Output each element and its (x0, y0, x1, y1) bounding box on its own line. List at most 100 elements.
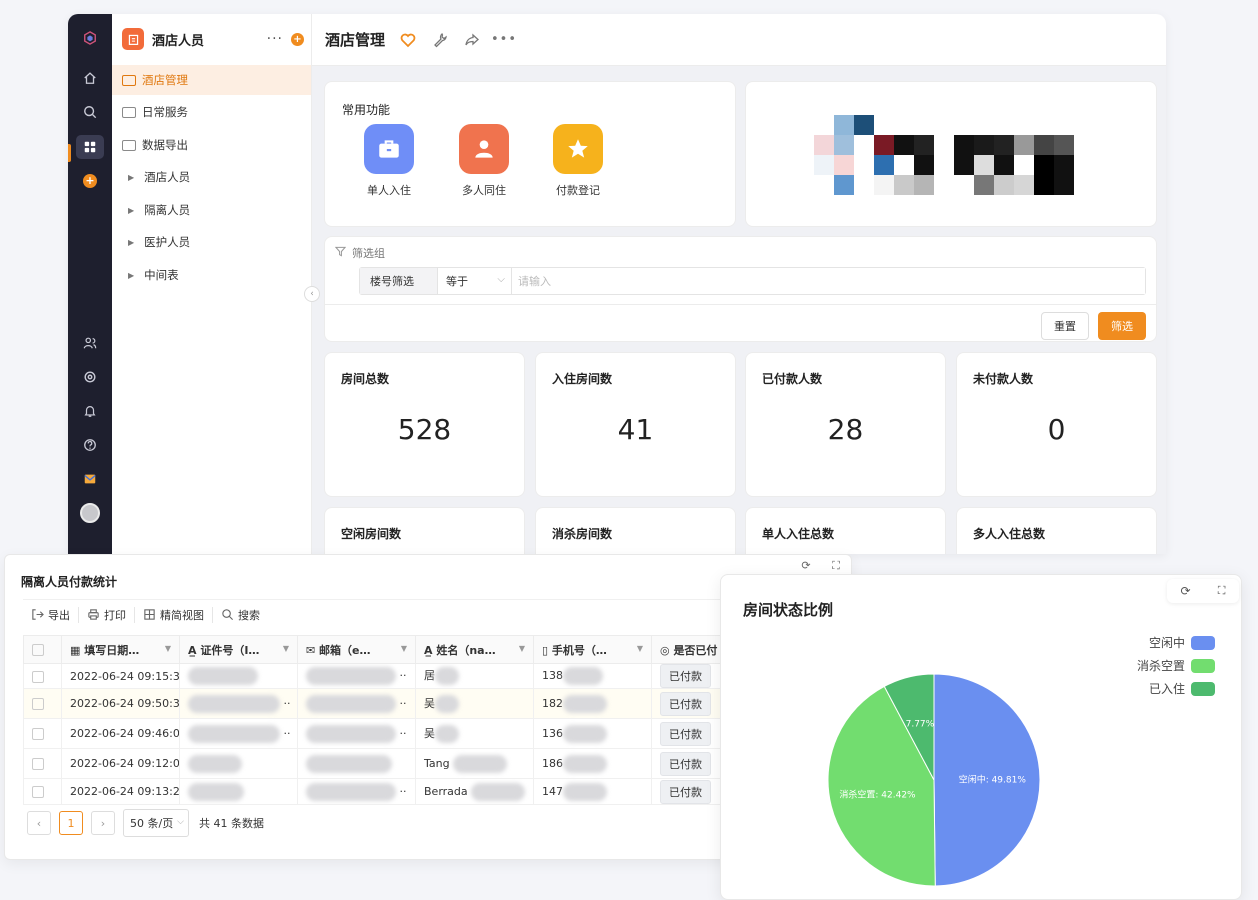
func-payment-register[interactable]: 付款登记 (543, 124, 613, 198)
export-button[interactable]: 导出 (23, 606, 79, 623)
page-icon (122, 106, 136, 118)
stat-label: 单人入住总数 (762, 527, 835, 541)
cell-email: ·· (297, 663, 416, 689)
table-row[interactable]: 2022-06-24 09:50:37 ·· ·· 吴 182 已付款 (23, 688, 724, 719)
pie-label-2: 7.77% (906, 719, 935, 729)
table-row[interactable]: 2022-06-24 09:46:05 ·· ·· 吴 136 已付款 (23, 718, 724, 749)
filter-operator-value: 等于 (446, 275, 468, 288)
add-icon[interactable]: + (291, 32, 304, 46)
print-button[interactable]: 打印 (79, 606, 135, 623)
column-header-name[interactable]: A̲ 姓名（na… ▼ (415, 635, 534, 664)
filter-button[interactable]: 筛选 (1098, 312, 1146, 340)
cell-id: ·· (179, 718, 298, 749)
bell-icon[interactable] (76, 399, 104, 423)
filter-operator-select[interactable]: 等于 ⌵ (438, 268, 512, 294)
column-header-id[interactable]: A̲ 证件号（I… ▼ (179, 635, 298, 664)
total-count: 共 41 条数据 (199, 817, 264, 830)
print-icon (88, 609, 99, 620)
home-icon[interactable] (76, 66, 104, 90)
search-button[interactable]: 搜索 (213, 607, 268, 623)
cell-date: 2022-06-24 09:46:05 (61, 718, 180, 749)
page-size-select[interactable]: 50 条/页 ⌵ (123, 809, 189, 837)
settings-icon[interactable] (76, 365, 104, 389)
func-multi-checkin[interactable]: 多人同住 (449, 124, 519, 198)
more-icon[interactable]: ··· (267, 31, 283, 47)
reset-button[interactable]: 重置 (1041, 312, 1089, 340)
help-icon[interactable] (76, 433, 104, 457)
compact-view-button[interactable]: 精简视图 (135, 606, 213, 623)
pie-chart: 空闲中: 49.81% 消杀空置: 42.42% 7.77% (827, 673, 1041, 887)
next-page-button[interactable]: › (91, 811, 115, 835)
filter-icon (334, 246, 347, 260)
table-row[interactable]: 2022-06-24 09:12:06 Tang 186 已付款 (23, 748, 724, 779)
hotel-icon (122, 28, 144, 50)
cell-phone: 186 (533, 748, 652, 779)
row-checkbox[interactable] (32, 670, 44, 683)
sidebar-item-data-export[interactable]: 数据导出 (112, 130, 311, 160)
cell-paid: 已付款 (651, 718, 724, 749)
row-checkbox[interactable] (32, 728, 44, 740)
select-all-checkbox[interactable] (23, 635, 62, 664)
func-single-checkin[interactable]: 单人入住 (354, 124, 424, 198)
stat-card-occupied-rooms: 入住房间数 41 (535, 352, 736, 497)
sidebar-item-label: 酒店管理 (142, 73, 188, 87)
cell-name: 吴 (415, 718, 534, 749)
sort-icon: ▼ (518, 644, 525, 653)
sidebar-item-label: 中间表 (144, 268, 179, 282)
sidebar-item-quarantine[interactable]: ▶ 隔离人员 (112, 195, 311, 225)
grid-icon (144, 609, 155, 620)
mail-icon[interactable] (76, 467, 104, 491)
app-logo-icon (76, 26, 104, 50)
heart-icon[interactable] (399, 31, 417, 49)
page-icon (122, 74, 136, 86)
cell-name: Tang (415, 748, 534, 779)
sidebar-item-intermediate[interactable]: ▶ 中间表 (112, 260, 311, 290)
add-app-icon[interactable]: + (76, 169, 104, 193)
filter-field[interactable]: 楼号筛选 (360, 268, 438, 294)
caret-right-icon: ▶ (128, 270, 135, 280)
payment-table: ▦ 填写日期… ▼ A̲ 证件号（I… ▼ ✉ 邮箱（e… ▼ A̲ 姓名（na… ▼ … (23, 635, 724, 805)
table-row[interactable]: 2022-06-24 09:13:21 ·· Berrada 147 已付款 (23, 778, 724, 805)
sidebar-item-label: 日常服务 (142, 105, 188, 119)
row-checkbox[interactable] (32, 758, 44, 770)
sidebar-item-medical[interactable]: ▶ 医护人员 (112, 227, 311, 257)
wrench-icon[interactable] (431, 31, 449, 49)
cell-date: 2022-06-24 09:13:21 (61, 778, 180, 805)
row-checkbox[interactable] (32, 786, 44, 798)
func-label: 多人同住 (462, 184, 506, 197)
users-icon[interactable] (76, 331, 104, 355)
row-checkbox[interactable] (32, 698, 44, 710)
table-row[interactable]: 2022-06-24 09:15:34 ·· 居 138 已付款 (23, 663, 724, 689)
fullscreen-icon[interactable]: ⛶ (825, 559, 847, 575)
sidebar-item-daily-service[interactable]: 日常服务 (112, 97, 311, 127)
search-icon[interactable] (76, 100, 104, 124)
column-header-date[interactable]: ▦ 填写日期… ▼ (61, 635, 180, 664)
avatar[interactable] (76, 501, 104, 525)
caret-right-icon: ▶ (128, 205, 135, 215)
tool-label: 搜索 (238, 608, 260, 622)
prev-page-button[interactable]: ‹ (27, 811, 51, 835)
column-header-phone[interactable]: ▯ 手机号（… ▼ (533, 635, 652, 664)
sidebar-item-label: 酒店人员 (144, 170, 191, 184)
column-header-paid[interactable]: ◎ 是否已付 (651, 635, 724, 664)
sidebar-item-hotel-staff[interactable]: ▶ 酒店人员 (112, 162, 311, 192)
apps-icon[interactable] (76, 135, 104, 159)
sort-icon: ▼ (282, 644, 289, 653)
chevron-down-icon: ⌵ (177, 817, 184, 827)
collapse-sidebar-button[interactable]: ‹ (304, 286, 320, 302)
card-title: 常用功能 (342, 103, 391, 117)
sidebar-item-hotel-manage[interactable]: 酒店管理 (112, 65, 311, 95)
stat-card-unpaid: 未付款人数 0 (956, 352, 1157, 497)
chevron-down-icon: ⌵ (497, 274, 505, 285)
refresh-icon[interactable]: ⟳ (795, 559, 817, 575)
more-icon[interactable]: ••• (491, 31, 516, 49)
cell-date: 2022-06-24 09:15:34 (61, 663, 180, 689)
page-number[interactable]: 1 (59, 811, 83, 835)
column-header-email[interactable]: ✉ 邮箱（e… ▼ (297, 635, 416, 664)
cell-phone: 147 (533, 778, 652, 805)
share-icon[interactable] (463, 31, 481, 49)
cell-name: 吴 (415, 688, 534, 719)
filter-value-input[interactable] (512, 268, 1145, 294)
cell-date: 2022-06-24 09:50:37 (61, 688, 180, 719)
star-icon (553, 124, 603, 174)
